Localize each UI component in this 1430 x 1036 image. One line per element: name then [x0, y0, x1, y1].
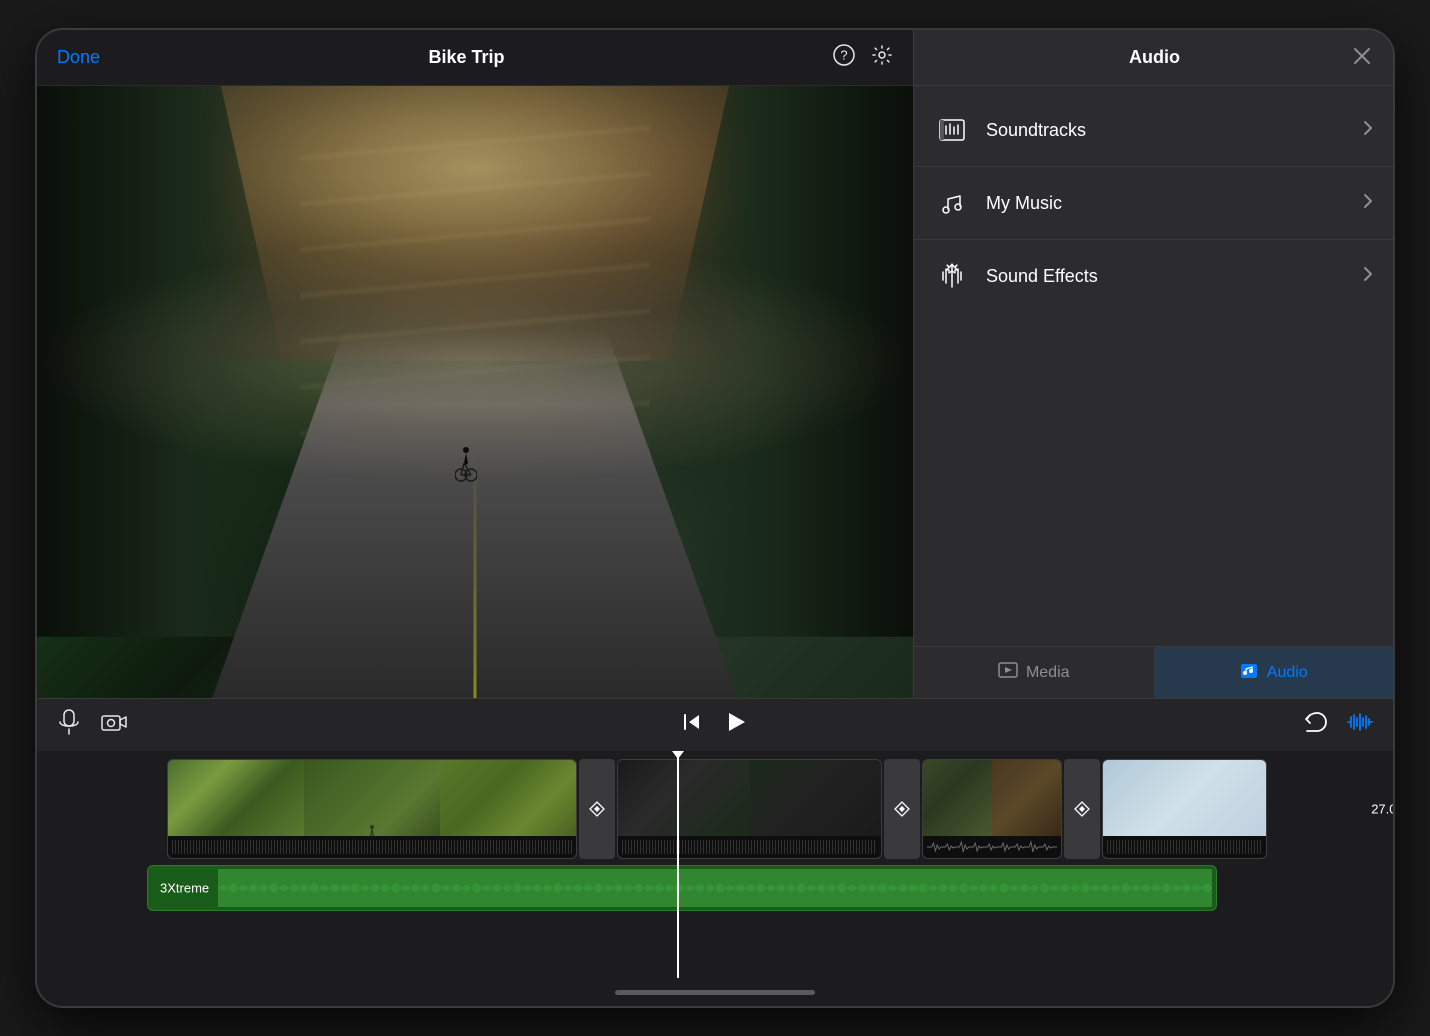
clip3-thumbnails — [923, 760, 1061, 836]
audio-panel: Audio — [913, 30, 1393, 698]
tab-media[interactable]: Media — [914, 647, 1154, 698]
video-clip-4[interactable] — [1102, 759, 1267, 859]
clip1-thumb1 — [168, 760, 304, 836]
home-bar — [615, 990, 815, 995]
transition-marker-1[interactable] — [579, 759, 615, 859]
microphone-button[interactable] — [57, 709, 81, 741]
video-clip-1[interactable] — [167, 759, 577, 859]
video-clip-3[interactable] — [922, 759, 1062, 859]
audio-tab-label: Audio — [1267, 664, 1308, 682]
clip2-thumbnails — [618, 760, 881, 836]
sound-effects-label: Sound Effects — [986, 266, 1363, 287]
timeline-right-controls — [1303, 711, 1373, 739]
audio-track-label: 3Xtreme — [160, 881, 209, 896]
project-title: Bike Trip — [429, 47, 505, 68]
header-icons: ? — [833, 44, 893, 72]
home-indicator — [37, 978, 1393, 1006]
timeline-center-controls — [681, 709, 749, 742]
media-tab-label: Media — [1026, 664, 1070, 682]
audio-track[interactable]: 3Xtreme // Generated as static SVG rects — [147, 865, 1217, 911]
camera-button[interactable] — [101, 711, 127, 739]
device-frame: Done Bike Trip ? — [35, 28, 1395, 1008]
video-header: Done Bike Trip ? — [37, 30, 913, 86]
soundtracks-menu-item[interactable]: Soundtracks — [914, 94, 1393, 167]
skip-to-start-button[interactable] — [681, 711, 703, 739]
audio-panel-title: Audio — [1129, 47, 1180, 68]
soundtracks-icon — [934, 112, 970, 148]
transition-marker-2[interactable] — [884, 759, 920, 859]
clip2-thumb1 — [618, 760, 750, 836]
my-music-icon — [934, 185, 970, 221]
video-preview — [37, 86, 913, 698]
timeline-controls — [37, 699, 1393, 751]
sound-effects-menu-item[interactable]: Sound Effects — [914, 240, 1393, 312]
audio-panel-header: Audio — [914, 30, 1393, 86]
sound-effects-chevron — [1363, 266, 1373, 287]
clip2-thumb2 — [750, 760, 882, 836]
sound-effects-icon — [934, 258, 970, 294]
clip4-thumb1 — [1103, 760, 1266, 836]
audio-tab-bar: Media Audio — [914, 646, 1393, 698]
audio-tab-icon — [1239, 660, 1259, 685]
svg-text:?: ? — [840, 47, 847, 62]
playhead — [677, 751, 679, 978]
waveform-button[interactable] — [1347, 711, 1373, 739]
help-icon[interactable]: ? — [833, 44, 855, 72]
close-audio-button[interactable] — [1351, 45, 1373, 71]
video-track-container: 27.0s — [167, 759, 1393, 859]
audio-menu: Soundtracks — [914, 86, 1393, 646]
clip4-thumbnails — [1103, 760, 1266, 836]
clip1-thumb3 — [440, 760, 576, 836]
timeline-section: 27.0s 3Xtreme // Generated as static SVG… — [37, 698, 1393, 978]
my-music-label: My Music — [986, 193, 1363, 214]
video-preview-image — [37, 86, 913, 698]
top-section: Done Bike Trip ? — [37, 30, 1393, 698]
play-button[interactable] — [723, 709, 749, 742]
timeline-left-controls — [57, 709, 127, 741]
clip3-waveform — [923, 836, 1061, 858]
video-clip-2[interactable] — [617, 759, 882, 859]
clip1-thumb2 — [304, 760, 440, 836]
duration-label: 27.0s — [1371, 802, 1393, 817]
my-music-chevron — [1363, 193, 1373, 214]
my-music-menu-item[interactable]: My Music — [914, 167, 1393, 240]
audio-waveform: // Generated as static SVG rects — [148, 866, 1216, 910]
done-button[interactable]: Done — [57, 47, 100, 68]
video-section: Done Bike Trip ? — [37, 30, 913, 698]
transition-marker-3[interactable] — [1064, 759, 1100, 859]
clip2-waveform — [618, 836, 881, 858]
media-tab-icon — [998, 660, 1018, 685]
settings-icon[interactable] — [871, 44, 893, 72]
undo-button[interactable] — [1303, 711, 1327, 739]
scene-road-center — [474, 453, 477, 698]
clip1-thumbnails — [168, 760, 576, 836]
tab-audio[interactable]: Audio — [1154, 647, 1394, 698]
clip4-waveform — [1103, 836, 1266, 858]
cyclist-silhouette — [455, 447, 477, 490]
clip3-thumb1 — [923, 760, 992, 836]
soundtracks-chevron — [1363, 120, 1373, 141]
soundtracks-label: Soundtracks — [986, 120, 1363, 141]
timeline-tracks: 27.0s 3Xtreme // Generated as static SVG… — [37, 751, 1393, 978]
clip3-thumb2 — [992, 760, 1061, 836]
